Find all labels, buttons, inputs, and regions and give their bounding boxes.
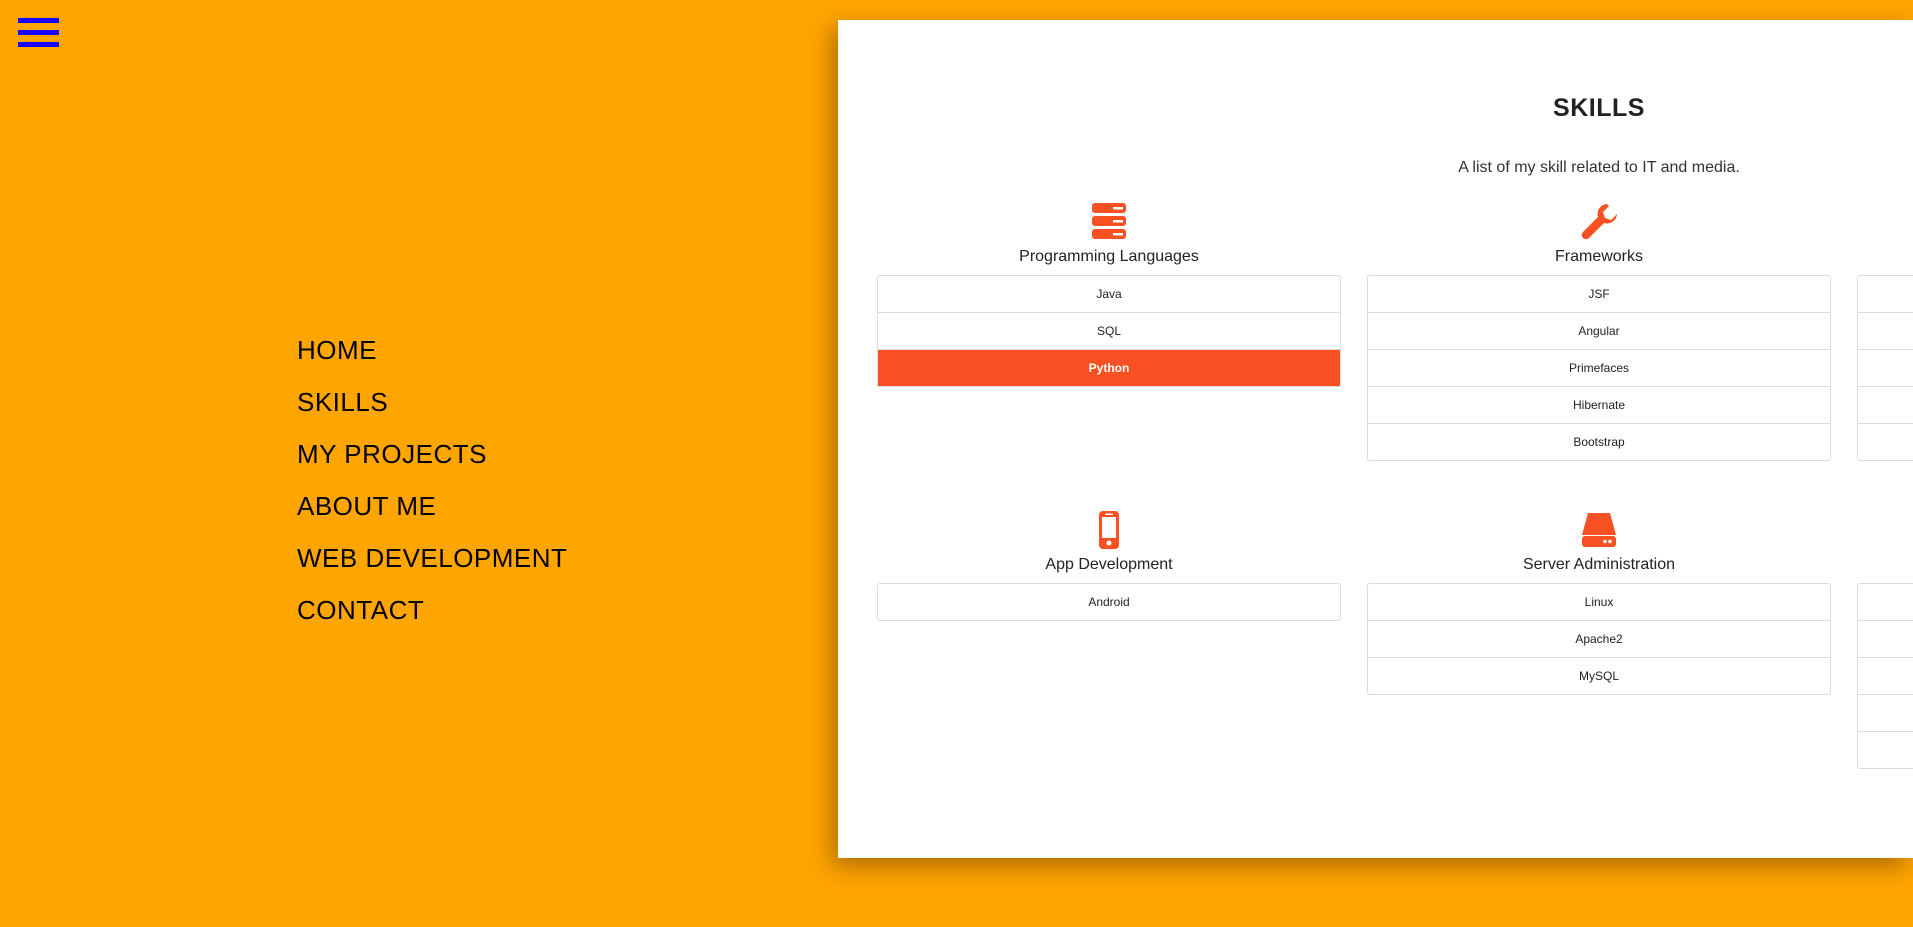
mobile-phone-icon [1099, 511, 1119, 549]
hard-drive-icon [1582, 513, 1616, 547]
page-title: SKILLS [1553, 94, 1645, 122]
skill-group-title: Programming Languages [1019, 248, 1199, 265]
skill-list: Java SQL Python [877, 275, 1341, 387]
list-item[interactable] [1858, 731, 1913, 768]
skill-group-programming-languages: Programming Languages Java SQL Python [877, 202, 1341, 387]
skill-item-linux[interactable]: Linux [1368, 584, 1830, 620]
skill-group-title: App Development [1045, 556, 1173, 573]
skill-item-jsf[interactable]: JSF [1368, 276, 1830, 312]
skill-item-apache2[interactable]: Apache2 [1368, 620, 1830, 657]
list-item[interactable] [1858, 349, 1913, 386]
skills-panel: SKILLS A list of my skill related to IT … [838, 20, 1913, 858]
page-subtitle: A list of my skill related to IT and med… [1458, 159, 1740, 176]
skill-group-server-administration: Server Administration Linux Apache2 MySQ… [1367, 510, 1831, 695]
skill-list: Android [877, 583, 1341, 621]
skill-group-title: Frameworks [1554, 248, 1643, 265]
hamburger-bar [18, 18, 59, 23]
list-item[interactable] [1858, 386, 1913, 423]
nav-item-skills[interactable]: SKILLS [297, 376, 567, 428]
hamburger-bar [18, 30, 59, 35]
server-stack-icon [1092, 203, 1126, 239]
skill-group-partial-bottom [1857, 510, 1913, 769]
list-item[interactable] [1858, 584, 1913, 620]
skill-list: JSF Angular Primefaces Hibernate Bootstr… [1367, 275, 1831, 461]
nav-item-my-projects[interactable]: MY PROJECTS [297, 428, 567, 480]
skill-list-partial [1857, 583, 1913, 769]
skill-item-primefaces[interactable]: Primefaces [1368, 349, 1830, 386]
list-item[interactable] [1858, 423, 1913, 460]
skill-item-hibernate[interactable]: Hibernate [1368, 386, 1830, 423]
list-item[interactable] [1858, 620, 1913, 657]
list-item[interactable] [1858, 657, 1913, 694]
skill-item-android[interactable]: Android [878, 584, 1340, 620]
skill-group-app-development: App Development Android [877, 510, 1341, 621]
skill-group-title: Server Administration [1522, 556, 1676, 573]
wrench-icon [1581, 204, 1617, 240]
skill-item-bootstrap[interactable]: Bootstrap [1368, 423, 1830, 460]
skill-item-sql[interactable]: SQL [878, 312, 1340, 349]
skill-list-partial [1857, 275, 1913, 461]
hamburger-menu-icon[interactable] [18, 18, 59, 53]
nav-item-about-me[interactable]: ABOUT ME [297, 480, 567, 532]
hamburger-bar [18, 42, 59, 47]
skill-group-frameworks: Frameworks JSF Angular Primefaces Hibern… [1367, 202, 1831, 461]
nav-item-home[interactable]: HOME [297, 324, 567, 376]
side-navigation: HOME SKILLS MY PROJECTS ABOUT ME WEB DEV… [297, 324, 567, 636]
nav-item-contact[interactable]: CONTACT [297, 584, 567, 636]
skill-item-python[interactable]: Python [878, 349, 1340, 386]
list-item[interactable] [1858, 276, 1913, 312]
list-item[interactable] [1858, 694, 1913, 731]
skill-list: Linux Apache2 MySQL [1367, 583, 1831, 695]
skill-item-java[interactable]: Java [878, 276, 1340, 312]
list-item[interactable] [1858, 312, 1913, 349]
skill-group-partial-top [1857, 202, 1913, 461]
skill-item-mysql[interactable]: MySQL [1368, 657, 1830, 694]
nav-item-web-development[interactable]: WEB DEVELOPMENT [297, 532, 567, 584]
skill-item-angular[interactable]: Angular [1368, 312, 1830, 349]
